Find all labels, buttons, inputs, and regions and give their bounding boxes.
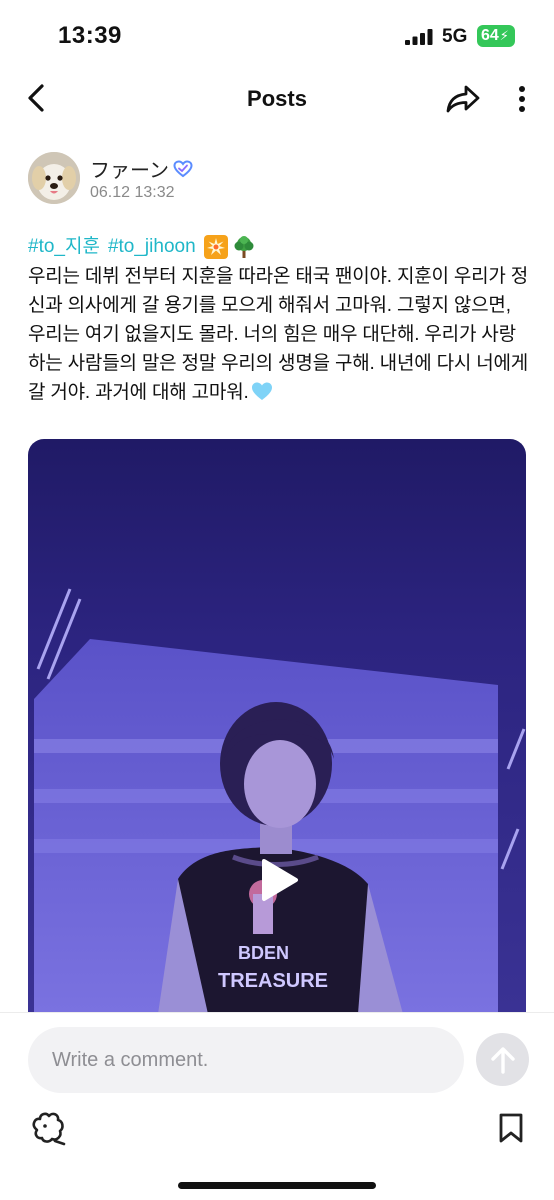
light-blue-heart-icon: [251, 382, 272, 400]
top-nav: Posts: [0, 74, 554, 124]
verified-heart-icon: [173, 159, 193, 177]
arrow-up-icon: [490, 1046, 515, 1074]
concert-photo: BDEN TREASURE: [28, 439, 526, 1014]
post-body: #to_지훈 #to_jihoon 우리는 데뷔 전부터 지훈을 따라온 태국 …: [28, 232, 533, 407]
network-label: 5G: [442, 26, 468, 47]
puppy-avatar-image: [28, 152, 80, 204]
collision-burst-icon: [203, 234, 228, 259]
charging-bolt-icon: ⚡: [499, 28, 509, 43]
bookmark-icon: [499, 1113, 523, 1143]
hashtag-link[interactable]: #to_지훈: [28, 232, 100, 261]
comment-input[interactable]: [28, 1027, 464, 1093]
hashtag-link[interactable]: #to_jihoon: [108, 232, 196, 261]
post-video[interactable]: BDEN TREASURE: [28, 439, 526, 1014]
more-options-button[interactable]: [508, 80, 536, 118]
avatar[interactable]: [28, 152, 80, 204]
author-name[interactable]: ファーン: [90, 154, 169, 183]
battery-level: 64: [481, 27, 499, 44]
share-arrow-icon: [446, 85, 480, 113]
bookmark-button[interactable]: [494, 1111, 528, 1145]
post-author: ファーン 06.12 13:32: [28, 152, 328, 206]
status-bar: 13:39 5G 64 ⚡: [0, 0, 554, 70]
post-timestamp: 06.12 13:32: [90, 184, 175, 201]
battery-icon: 64 ⚡: [477, 25, 515, 47]
add-reaction-icon: [32, 1112, 66, 1146]
home-indicator[interactable]: [178, 1182, 376, 1189]
comment-bar: [0, 1012, 554, 1200]
signal-icon: [405, 29, 433, 45]
reaction-button[interactable]: [28, 1107, 68, 1147]
play-icon[interactable]: [258, 857, 300, 903]
send-comment-button[interactable]: [476, 1033, 529, 1086]
shirt-text: TREASURE: [218, 970, 328, 992]
status-time: 13:39: [58, 22, 122, 49]
vertical-ellipsis-icon: [519, 86, 525, 112]
hashtag-row: #to_지훈 #to_jihoon: [28, 232, 533, 261]
post-text-content: 우리는 데뷔 전부터 지훈을 따라온 태국 팬이야. 지훈이 우리가 정신과 의…: [28, 266, 529, 403]
tree-icon: [234, 235, 254, 258]
post-text: 우리는 데뷔 전부터 지훈을 따라온 태국 팬이야. 지훈이 우리가 정신과 의…: [28, 262, 533, 407]
share-button[interactable]: [444, 80, 482, 118]
shirt-text: BDEN: [238, 943, 289, 963]
